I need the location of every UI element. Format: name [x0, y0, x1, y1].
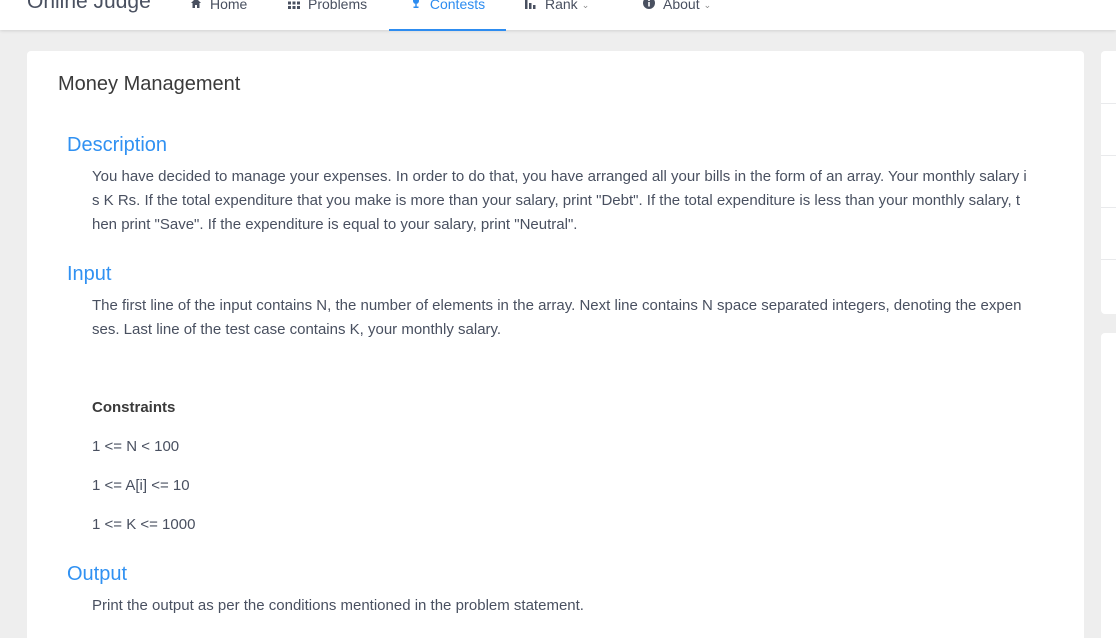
nav-contests-label: Contests [429, 0, 486, 12]
side-panel-stats [1101, 333, 1116, 638]
constraint-item: 1 <= K <= 1000 [92, 516, 196, 533]
description-text: You have decided to manage your expenses… [92, 168, 1027, 233]
nav-contests[interactable]: Contests [389, 0, 506, 31]
nav-home-label: Home [210, 0, 248, 12]
description-heading: Description [67, 134, 168, 156]
side-panel-info [1101, 51, 1116, 314]
nav-about-label: About [663, 0, 700, 12]
nav-problems-label: Problems [308, 0, 368, 12]
chevron-down-icon: ⌄ [581, 0, 590, 10]
divider [1101, 103, 1116, 104]
output-heading: Output [67, 563, 128, 585]
divider [1101, 207, 1116, 208]
problem-title: Money Management [58, 73, 241, 95]
input-text: The first line of the input contains N, … [92, 297, 1022, 338]
nav-problems[interactable]: Problems [288, 0, 367, 30]
trophy-icon [412, 0, 419, 8]
problem-card: Money Management Description You have de… [27, 51, 1084, 638]
bar-chart-icon [525, 0, 536, 9]
top-navbar: Online Judge Home Problems Contests Rank… [0, 0, 1116, 31]
constraint-item: 1 <= A[i] <= 10 [92, 477, 190, 494]
constraint-item: 1 <= N < 100 [92, 438, 180, 455]
info-icon [643, 0, 655, 9]
nav-about[interactable]: About ⌄ [643, 0, 711, 30]
output-text: Print the output as per the conditions m… [92, 597, 584, 614]
nav-home[interactable]: Home [190, 0, 247, 30]
grid-icon [288, 1, 300, 9]
divider [1101, 259, 1116, 260]
home-icon [191, 0, 201, 8]
brand-title[interactable]: Online Judge [27, 0, 151, 16]
chevron-down-icon: ⌄ [703, 0, 712, 10]
input-heading: Input [67, 263, 112, 285]
nav-rank-label: Rank [545, 0, 578, 12]
divider [1101, 155, 1116, 156]
constraints-heading: Constraints [92, 399, 176, 416]
nav-rank[interactable]: Rank ⌄ [525, 0, 589, 30]
